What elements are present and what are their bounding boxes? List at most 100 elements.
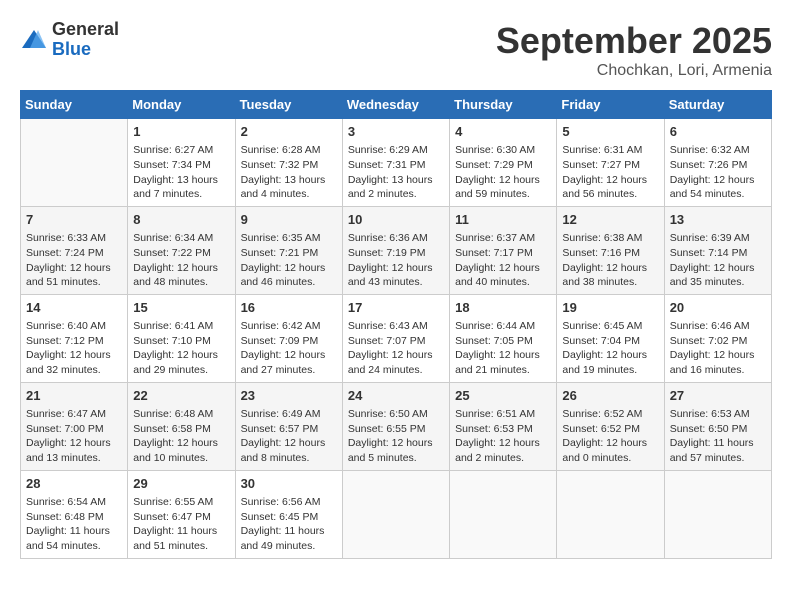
day-info: Sunrise: 6:30 AM Sunset: 7:29 PM Dayligh… [455, 143, 551, 202]
day-info: Sunrise: 6:38 AM Sunset: 7:16 PM Dayligh… [562, 231, 658, 290]
calendar-cell: 10 Sunrise: 6:36 AM Sunset: 7:19 PM Dayli… [342, 206, 449, 294]
weekday-header: Sunday [21, 91, 128, 119]
day-number: 7 [26, 211, 122, 229]
weekday-header: Tuesday [235, 91, 342, 119]
weekday-header: Saturday [664, 91, 771, 119]
calendar-cell: 8 Sunrise: 6:34 AM Sunset: 7:22 PM Daylig… [128, 206, 235, 294]
day-info: Sunrise: 6:53 AM Sunset: 6:50 PM Dayligh… [670, 407, 766, 466]
calendar-cell [664, 470, 771, 558]
day-number: 12 [562, 211, 658, 229]
calendar-week-row: 1Sunrise: 6:27 AM Sunset: 7:34 PM Daylig… [21, 119, 772, 207]
calendar-cell: 15 Sunrise: 6:41 AM Sunset: 7:10 PM Dayli… [128, 294, 235, 382]
calendar-cell: 20Sunrise: 6:46 AM Sunset: 7:02 PM Dayli… [664, 294, 771, 382]
day-info: Sunrise: 6:42 AM Sunset: 7:09 PM Dayligh… [241, 319, 337, 378]
calendar-cell: 21 Sunrise: 6:47 AM Sunset: 7:00 PM Dayli… [21, 382, 128, 470]
day-info: Sunrise: 6:41 AM Sunset: 7:10 PM Dayligh… [133, 319, 229, 378]
day-info: Sunrise: 6:34 AM Sunset: 7:22 PM Dayligh… [133, 231, 229, 290]
day-info: Sunrise: 6:45 AM Sunset: 7:04 PM Dayligh… [562, 319, 658, 378]
day-number: 9 [241, 211, 337, 229]
calendar-cell: 17 Sunrise: 6:43 AM Sunset: 7:07 PM Dayli… [342, 294, 449, 382]
day-info: Sunrise: 6:46 AM Sunset: 7:02 PM Dayligh… [670, 319, 766, 378]
day-info: Sunrise: 6:31 AM Sunset: 7:27 PM Dayligh… [562, 143, 658, 202]
day-number: 18 [455, 299, 551, 317]
weekday-header-row: SundayMondayTuesdayWednesdayThursdayFrid… [21, 91, 772, 119]
logo: General Blue [20, 20, 119, 60]
calendar-cell: 9 Sunrise: 6:35 AM Sunset: 7:21 PM Daylig… [235, 206, 342, 294]
day-number: 30 [241, 475, 337, 493]
calendar-cell: 2 Sunrise: 6:28 AM Sunset: 7:32 PM Daylig… [235, 119, 342, 207]
calendar-cell [21, 119, 128, 207]
logo-icon [20, 26, 48, 54]
day-number: 15 [133, 299, 229, 317]
day-number: 13 [670, 211, 766, 229]
location: Chochkan, Lori, Armenia [496, 62, 772, 80]
day-number: 17 [348, 299, 444, 317]
calendar-cell: 28 Sunrise: 6:54 AM Sunset: 6:48 PM Dayli… [21, 470, 128, 558]
month-title: September 2025 [496, 20, 772, 62]
weekday-header: Wednesday [342, 91, 449, 119]
day-number: 21 [26, 387, 122, 405]
day-info: Sunrise: 6:49 AM Sunset: 6:57 PM Dayligh… [241, 407, 337, 466]
day-info: Sunrise: 6:27 AM Sunset: 7:34 PM Dayligh… [133, 143, 229, 202]
day-number: 26 [562, 387, 658, 405]
day-number: 5 [562, 123, 658, 141]
day-info: Sunrise: 6:28 AM Sunset: 7:32 PM Dayligh… [241, 143, 337, 202]
calendar-week-row: 14 Sunrise: 6:40 AM Sunset: 7:12 PM Dayli… [21, 294, 772, 382]
day-info: Sunrise: 6:40 AM Sunset: 7:12 PM Dayligh… [26, 319, 122, 378]
calendar-cell: 13 Sunrise: 6:39 AM Sunset: 7:14 PM Dayli… [664, 206, 771, 294]
day-number: 22 [133, 387, 229, 405]
weekday-header: Friday [557, 91, 664, 119]
calendar-cell: 7 Sunrise: 6:33 AM Sunset: 7:24 PM Daylig… [21, 206, 128, 294]
day-number: 27 [670, 387, 766, 405]
day-info: Sunrise: 6:36 AM Sunset: 7:19 PM Dayligh… [348, 231, 444, 290]
calendar-table: SundayMondayTuesdayWednesdayThursdayFrid… [20, 90, 772, 559]
day-number: 14 [26, 299, 122, 317]
day-info: Sunrise: 6:52 AM Sunset: 6:52 PM Dayligh… [562, 407, 658, 466]
logo-general: General [52, 20, 119, 40]
calendar-cell: 1Sunrise: 6:27 AM Sunset: 7:34 PM Daylig… [128, 119, 235, 207]
weekday-header: Thursday [450, 91, 557, 119]
day-info: Sunrise: 6:43 AM Sunset: 7:07 PM Dayligh… [348, 319, 444, 378]
calendar-cell: 24Sunrise: 6:50 AM Sunset: 6:55 PM Dayli… [342, 382, 449, 470]
calendar-cell: 18Sunrise: 6:44 AM Sunset: 7:05 PM Dayli… [450, 294, 557, 382]
day-info: Sunrise: 6:35 AM Sunset: 7:21 PM Dayligh… [241, 231, 337, 290]
day-number: 25 [455, 387, 551, 405]
day-info: Sunrise: 6:37 AM Sunset: 7:17 PM Dayligh… [455, 231, 551, 290]
calendar-cell: 16 Sunrise: 6:42 AM Sunset: 7:09 PM Dayli… [235, 294, 342, 382]
day-number: 10 [348, 211, 444, 229]
calendar-cell: 22Sunrise: 6:48 AM Sunset: 6:58 PM Dayli… [128, 382, 235, 470]
calendar-cell: 3 Sunrise: 6:29 AM Sunset: 7:31 PM Daylig… [342, 119, 449, 207]
calendar-cell: 29 Sunrise: 6:55 AM Sunset: 6:47 PM Dayli… [128, 470, 235, 558]
calendar-cell [342, 470, 449, 558]
calendar-cell: 25 Sunrise: 6:51 AM Sunset: 6:53 PM Dayli… [450, 382, 557, 470]
day-info: Sunrise: 6:47 AM Sunset: 7:00 PM Dayligh… [26, 407, 122, 466]
calendar-cell: 5 Sunrise: 6:31 AM Sunset: 7:27 PM Daylig… [557, 119, 664, 207]
calendar-cell [450, 470, 557, 558]
day-number: 3 [348, 123, 444, 141]
calendar-cell: 14 Sunrise: 6:40 AM Sunset: 7:12 PM Dayli… [21, 294, 128, 382]
logo-blue: Blue [52, 40, 119, 60]
day-number: 4 [455, 123, 551, 141]
title-block: September 2025 Chochkan, Lori, Armenia [496, 20, 772, 80]
calendar-week-row: 28 Sunrise: 6:54 AM Sunset: 6:48 PM Dayli… [21, 470, 772, 558]
calendar-cell: 4 Sunrise: 6:30 AM Sunset: 7:29 PM Daylig… [450, 119, 557, 207]
day-number: 8 [133, 211, 229, 229]
calendar-cell: 27 Sunrise: 6:53 AM Sunset: 6:50 PM Dayli… [664, 382, 771, 470]
day-number: 16 [241, 299, 337, 317]
calendar-cell: 6Sunrise: 6:32 AM Sunset: 7:26 PM Daylig… [664, 119, 771, 207]
day-info: Sunrise: 6:29 AM Sunset: 7:31 PM Dayligh… [348, 143, 444, 202]
day-number: 28 [26, 475, 122, 493]
day-info: Sunrise: 6:51 AM Sunset: 6:53 PM Dayligh… [455, 407, 551, 466]
day-number: 2 [241, 123, 337, 141]
calendar-cell: 12 Sunrise: 6:38 AM Sunset: 7:16 PM Dayli… [557, 206, 664, 294]
day-info: Sunrise: 6:54 AM Sunset: 6:48 PM Dayligh… [26, 495, 122, 554]
day-info: Sunrise: 6:56 AM Sunset: 6:45 PM Dayligh… [241, 495, 337, 554]
calendar-cell: 11Sunrise: 6:37 AM Sunset: 7:17 PM Dayli… [450, 206, 557, 294]
day-number: 29 [133, 475, 229, 493]
day-info: Sunrise: 6:33 AM Sunset: 7:24 PM Dayligh… [26, 231, 122, 290]
day-info: Sunrise: 6:39 AM Sunset: 7:14 PM Dayligh… [670, 231, 766, 290]
day-info: Sunrise: 6:55 AM Sunset: 6:47 PM Dayligh… [133, 495, 229, 554]
day-info: Sunrise: 6:32 AM Sunset: 7:26 PM Dayligh… [670, 143, 766, 202]
calendar-week-row: 7 Sunrise: 6:33 AM Sunset: 7:24 PM Daylig… [21, 206, 772, 294]
page-header: General Blue September 2025 Chochkan, Lo… [20, 20, 772, 80]
